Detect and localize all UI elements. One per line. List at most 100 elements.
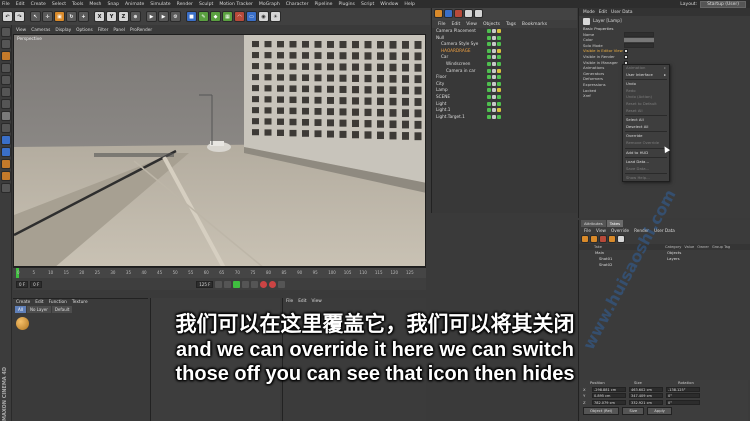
menu-snap[interactable]: Snap <box>107 2 119 7</box>
scale-icon[interactable]: ▣ <box>54 11 65 22</box>
menu-edit[interactable]: Edit <box>16 2 25 7</box>
viewport-menu-display[interactable]: Display <box>55 28 71 33</box>
object-row[interactable]: Light <box>432 101 577 108</box>
object-filter-icon[interactable] <box>434 9 443 18</box>
go-to-end-icon[interactable] <box>251 280 259 288</box>
attributes-menu-user-data[interactable]: User Data <box>611 10 632 15</box>
layer-property-value[interactable] <box>624 37 654 43</box>
redo-icon[interactable]: ↷ <box>14 11 25 22</box>
visibility-dot-icon[interactable] <box>497 68 501 73</box>
object-row[interactable]: Car <box>432 54 577 61</box>
object-row[interactable]: Floor <box>432 74 577 81</box>
object-menu-tags[interactable]: Tags <box>506 22 516 27</box>
visibility-dot-icon[interactable] <box>492 75 496 80</box>
light-icon[interactable]: ☀ <box>270 11 281 22</box>
visibility-dot-icon[interactable] <box>492 94 496 99</box>
visibility-dot-icon[interactable] <box>487 108 491 113</box>
recent-tools-icon[interactable]: + <box>78 11 89 22</box>
tab-takes[interactable]: Takes <box>606 220 624 227</box>
layer-property-value[interactable] <box>624 32 654 37</box>
object-display-icon[interactable] <box>474 9 483 18</box>
render-settings-icon[interactable]: ⚙ <box>170 11 181 22</box>
material-menu-function[interactable]: Function <box>49 300 67 305</box>
menu-create[interactable]: Create <box>31 2 46 7</box>
visibility-dot-icon[interactable] <box>492 55 496 60</box>
visibility-dot-icon[interactable] <box>497 94 501 99</box>
take-row[interactable]: Shot02 <box>579 262 750 268</box>
object-menu-bookmarks[interactable]: Bookmarks <box>522 22 547 27</box>
menu-motion-tracker[interactable]: Motion Tracker <box>219 2 253 7</box>
viewport-menu-options[interactable]: Options <box>76 28 93 33</box>
menu-render[interactable]: Render <box>177 2 193 7</box>
floor-icon[interactable]: ▭ <box>246 11 257 22</box>
visibility-dot-icon[interactable] <box>487 68 491 73</box>
take-menu-file[interactable]: File <box>584 228 591 233</box>
material-menu-create[interactable]: Create <box>16 300 30 305</box>
attribute-menu-view[interactable]: View <box>312 299 322 304</box>
object-search-icon[interactable] <box>444 9 453 18</box>
context-menu-item[interactable]: User Interface ▸ <box>623 72 669 79</box>
start-frame-field[interactable]: 0 F <box>16 280 29 288</box>
size-field[interactable]: 347.409 cm <box>629 393 663 399</box>
apply-button[interactable]: Apply <box>647 406 672 415</box>
visibility-dot-icon[interactable] <box>487 55 491 60</box>
visibility-dot-icon[interactable] <box>492 48 496 53</box>
rotation-field[interactable]: -138.125° <box>666 386 700 392</box>
render-picture-viewer-icon[interactable]: ▶ <box>158 11 169 22</box>
visibility-dot-icon[interactable] <box>492 35 496 40</box>
move-icon[interactable]: ✛ <box>42 11 53 22</box>
workplane-lock-icon[interactable] <box>1 159 11 169</box>
viewport-menu-view[interactable]: View <box>16 28 26 33</box>
object-row[interactable]: Camera Placement <box>432 28 577 35</box>
visibility-dot-icon[interactable] <box>492 42 496 47</box>
menu-file[interactable]: File <box>2 2 10 7</box>
context-menu-item[interactable]: Deselect All <box>623 124 669 131</box>
undo-icon[interactable]: ↶ <box>2 11 13 22</box>
cube-icon[interactable]: ■ <box>186 11 197 22</box>
object-tag-icon[interactable] <box>454 9 463 18</box>
play-icon[interactable] <box>233 280 241 288</box>
object-row[interactable]: HAOARDRAGE <box>432 48 577 55</box>
visibility-dot-icon[interactable] <box>492 29 496 33</box>
bend-deformer-icon[interactable]: ◠ <box>234 11 245 22</box>
context-menu-item[interactable]: Select All <box>623 117 669 124</box>
go-to-start-icon[interactable] <box>215 280 223 288</box>
size-field[interactable]: 332.921 cm <box>629 399 663 405</box>
visibility-dot-icon[interactable] <box>487 75 491 80</box>
menu-mesh[interactable]: Mesh <box>89 2 101 7</box>
visibility-dot-icon[interactable] <box>487 35 491 40</box>
take-menu-override[interactable]: Override <box>611 228 629 233</box>
object-row[interactable]: SCENE <box>432 94 577 101</box>
polygons-mode-icon[interactable] <box>1 99 11 109</box>
visibility-dot-icon[interactable] <box>497 81 501 86</box>
take-menu-view[interactable]: View <box>596 228 606 233</box>
menu-script[interactable]: Script <box>361 2 374 7</box>
make-editable-icon[interactable] <box>1 27 11 37</box>
material-menu-texture[interactable]: Texture <box>72 300 88 305</box>
grid-icon[interactable] <box>1 183 11 193</box>
menu-mograph[interactable]: MoGraph <box>259 2 280 7</box>
object-menu-view[interactable]: View <box>466 22 477 27</box>
visibility-dot-icon[interactable] <box>487 101 491 106</box>
object-menu-file[interactable]: File <box>438 22 446 27</box>
context-menu-item[interactable]: Undo <box>623 81 669 88</box>
camera-icon[interactable]: ◉ <box>258 11 269 22</box>
visibility-dot-icon[interactable] <box>487 61 491 66</box>
context-menu-item[interactable]: Add to HUD <box>623 150 669 157</box>
visibility-dot-icon[interactable] <box>487 114 491 119</box>
take-render-icon[interactable] <box>599 235 607 243</box>
object-row[interactable]: Light.Target.1 <box>432 114 577 121</box>
object-row[interactable]: Camera Style Sye <box>432 41 577 48</box>
viewport-menu-panel[interactable]: Panel <box>113 28 125 33</box>
points-mode-icon[interactable] <box>1 75 11 85</box>
y-axis-lock-button[interactable]: Y <box>106 11 117 22</box>
visibility-dot-icon[interactable] <box>492 101 496 106</box>
layout-dropdown[interactable]: Startup (User) <box>700 0 746 8</box>
visibility-dot-icon[interactable] <box>497 108 501 113</box>
menu-character[interactable]: Character <box>286 2 309 7</box>
coord-mode-dropdown[interactable]: Object (Rel) <box>583 406 620 415</box>
array-icon[interactable]: ▦ <box>222 11 233 22</box>
next-key-icon[interactable] <box>242 280 250 288</box>
object-row[interactable]: Camera in car <box>432 68 577 75</box>
menu-select[interactable]: Select <box>52 2 66 7</box>
